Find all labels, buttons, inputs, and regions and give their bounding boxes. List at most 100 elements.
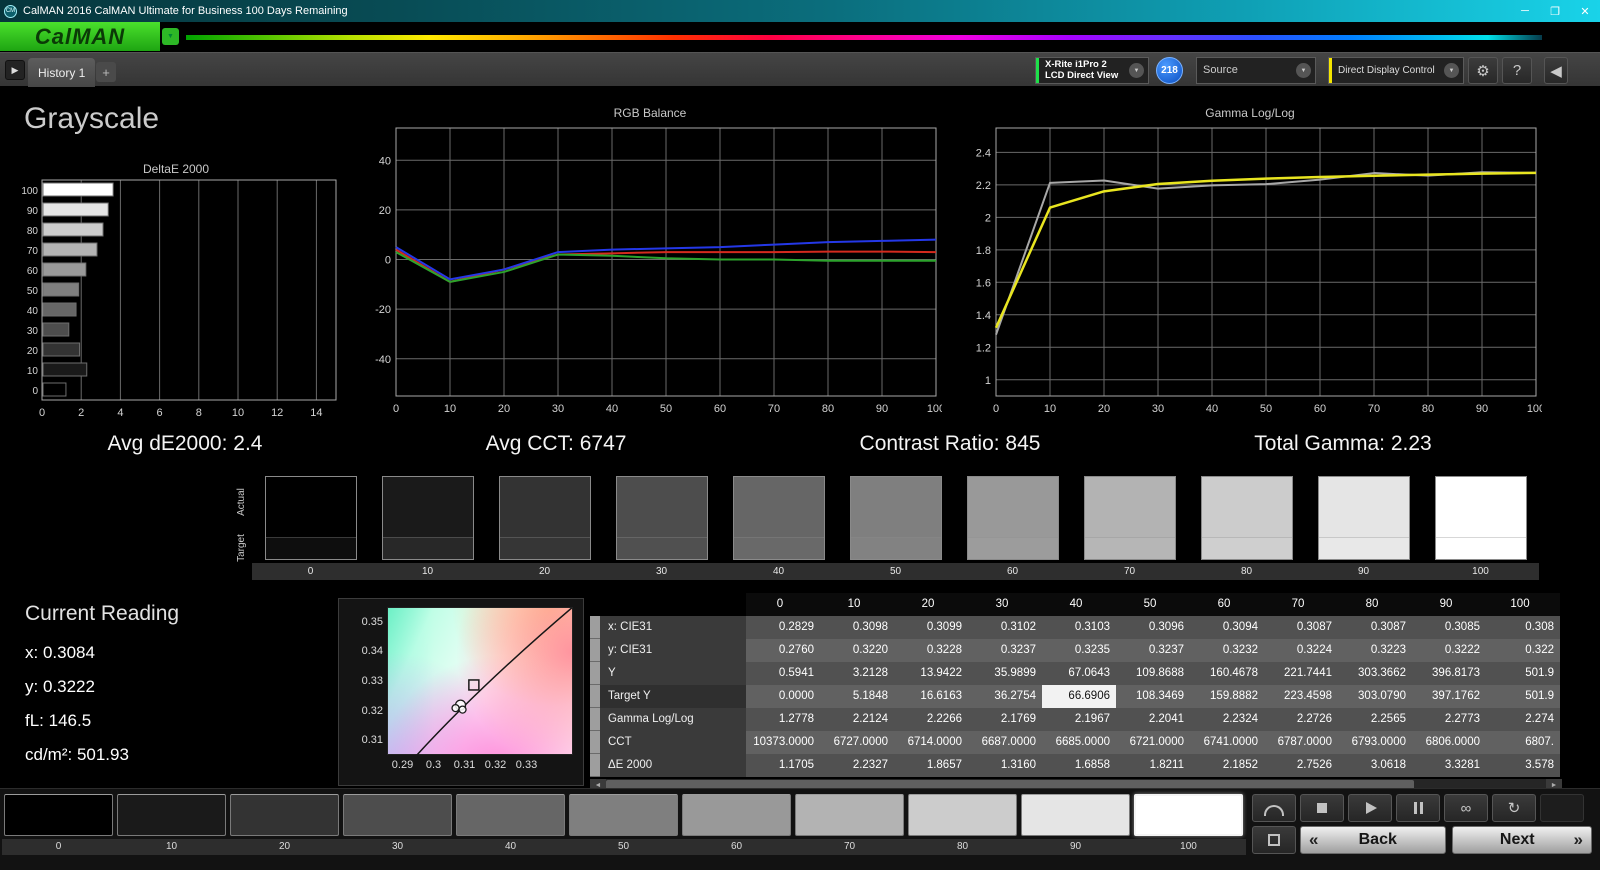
table-cell[interactable]: 2.2565: [1338, 708, 1412, 731]
table-cell[interactable]: 396.8173: [1412, 662, 1486, 685]
add-tab-button[interactable]: +: [96, 62, 116, 82]
stop-button[interactable]: [1300, 794, 1344, 822]
table-cell[interactable]: 0.3094: [1190, 616, 1264, 639]
pattern-window-button[interactable]: [1252, 826, 1296, 854]
gray-patch-50[interactable]: [569, 794, 678, 836]
repeat-button[interactable]: ↻: [1492, 794, 1536, 822]
table-cell[interactable]: 0.3098: [820, 616, 894, 639]
meter-dropdown[interactable]: X-Rite i1Pro 2 LCD Direct View ▼: [1035, 57, 1149, 84]
table-cell[interactable]: 35.9899: [968, 662, 1042, 685]
table-cell[interactable]: 0.308: [1486, 616, 1560, 639]
gray-patch-30[interactable]: [343, 794, 452, 836]
table-cell[interactable]: 3.2128: [820, 662, 894, 685]
table-column-header[interactable]: 0: [746, 593, 820, 616]
table-cell[interactable]: 159.8882: [1190, 685, 1264, 708]
table-cell[interactable]: 3.578: [1486, 754, 1560, 777]
table-cell[interactable]: 2.2726: [1264, 708, 1338, 731]
table-cell[interactable]: 66.6906: [1042, 685, 1116, 708]
gray-patch-100[interactable]: [1134, 794, 1243, 836]
back-button[interactable]: « Back: [1300, 826, 1446, 854]
table-cell[interactable]: 3.3281: [1412, 754, 1486, 777]
gray-patch-80[interactable]: [908, 794, 1017, 836]
table-cell[interactable]: 108.3469: [1116, 685, 1190, 708]
gray-patch-10[interactable]: [117, 794, 226, 836]
maximize-button[interactable]: ❐: [1540, 0, 1570, 22]
gray-patch-60[interactable]: [682, 794, 791, 836]
logo-menu-button[interactable]: ▼: [162, 28, 179, 45]
table-cell[interactable]: 0.5941: [746, 662, 820, 685]
close-button[interactable]: ✕: [1570, 0, 1600, 22]
table-cell[interactable]: 2.2124: [820, 708, 894, 731]
table-cell[interactable]: 2.2324: [1190, 708, 1264, 731]
table-cell[interactable]: 223.4598: [1264, 685, 1338, 708]
table-cell[interactable]: 303.0790: [1338, 685, 1412, 708]
table-cell[interactable]: 0.3103: [1042, 616, 1116, 639]
table-cell[interactable]: 0.2829: [746, 616, 820, 639]
table-column-header[interactable]: 40: [1042, 593, 1116, 616]
tab-list-button[interactable]: ▶: [5, 60, 25, 80]
table-cell[interactable]: 0.3228: [894, 639, 968, 662]
next-button[interactable]: Next »: [1452, 826, 1592, 854]
table-cell[interactable]: 36.2754: [968, 685, 1042, 708]
source-dropdown[interactable]: Source ▼: [1196, 57, 1316, 84]
table-cell[interactable]: 0.3232: [1190, 639, 1264, 662]
settings-button[interactable]: ⚙: [1468, 57, 1498, 84]
table-column-header[interactable]: 20: [894, 593, 968, 616]
table-cell[interactable]: 0.0000: [746, 685, 820, 708]
table-cell[interactable]: 0.2760: [746, 639, 820, 662]
table-cell[interactable]: 1.2778: [746, 708, 820, 731]
table-column-header[interactable]: 50: [1116, 593, 1190, 616]
table-cell[interactable]: 2.2327: [820, 754, 894, 777]
table-cell[interactable]: 2.7526: [1264, 754, 1338, 777]
table-cell[interactable]: 2.1852: [1190, 754, 1264, 777]
table-column-header[interactable]: 90: [1412, 593, 1486, 616]
table-cell[interactable]: 2.2041: [1116, 708, 1190, 731]
pause-button[interactable]: [1396, 794, 1440, 822]
minimize-button[interactable]: ─: [1510, 0, 1540, 22]
table-cell[interactable]: 2.1967: [1042, 708, 1116, 731]
table-cell[interactable]: 2.2266: [894, 708, 968, 731]
table-cell[interactable]: 6807.: [1486, 731, 1560, 754]
table-cell[interactable]: 6741.0000: [1190, 731, 1264, 754]
gray-patch-70[interactable]: [795, 794, 904, 836]
table-cell[interactable]: 1.1705: [746, 754, 820, 777]
table-cell[interactable]: 6793.0000: [1338, 731, 1412, 754]
table-cell[interactable]: 1.3160: [968, 754, 1042, 777]
gray-patch-20[interactable]: [230, 794, 339, 836]
table-cell[interactable]: 501.9: [1486, 685, 1560, 708]
table-cell[interactable]: 16.6163: [894, 685, 968, 708]
table-column-header[interactable]: 60: [1190, 593, 1264, 616]
table-cell[interactable]: 303.3662: [1338, 662, 1412, 685]
table-cell[interactable]: 0.3235: [1042, 639, 1116, 662]
table-cell[interactable]: 6727.0000: [820, 731, 894, 754]
table-cell[interactable]: 0.322: [1486, 639, 1560, 662]
table-cell[interactable]: 0.3087: [1264, 616, 1338, 639]
table-cell[interactable]: 0.3096: [1116, 616, 1190, 639]
table-column-header[interactable]: 100: [1486, 593, 1560, 616]
gray-patch-0[interactable]: [4, 794, 113, 836]
table-cell[interactable]: 0.3224: [1264, 639, 1338, 662]
table-column-header[interactable]: 30: [968, 593, 1042, 616]
table-column-header[interactable]: 80: [1338, 593, 1412, 616]
table-cell[interactable]: 160.4678: [1190, 662, 1264, 685]
table-cell[interactable]: 0.3222: [1412, 639, 1486, 662]
table-cell[interactable]: 109.8688: [1116, 662, 1190, 685]
table-cell[interactable]: 2.2773: [1412, 708, 1486, 731]
table-column-header[interactable]: 70: [1264, 593, 1338, 616]
display-control-dropdown[interactable]: Direct Display Control ▼: [1328, 57, 1464, 84]
probe-dome-button[interactable]: [1252, 794, 1296, 822]
table-cell[interactable]: 3.0618: [1338, 754, 1412, 777]
help-button[interactable]: ?: [1502, 57, 1532, 84]
continuous-read-button[interactable]: ∞: [1444, 794, 1488, 822]
table-cell[interactable]: 501.9: [1486, 662, 1560, 685]
table-cell[interactable]: 6787.0000: [1264, 731, 1338, 754]
table-cell[interactable]: 6685.0000: [1042, 731, 1116, 754]
table-cell[interactable]: 67.0643: [1042, 662, 1116, 685]
gray-patch-90[interactable]: [1021, 794, 1130, 836]
table-column-header[interactable]: 10: [820, 593, 894, 616]
table-cell[interactable]: 1.8211: [1116, 754, 1190, 777]
table-cell[interactable]: 0.3223: [1338, 639, 1412, 662]
table-cell[interactable]: 0.3087: [1338, 616, 1412, 639]
table-cell[interactable]: 1.6858: [1042, 754, 1116, 777]
table-cell[interactable]: 397.1762: [1412, 685, 1486, 708]
